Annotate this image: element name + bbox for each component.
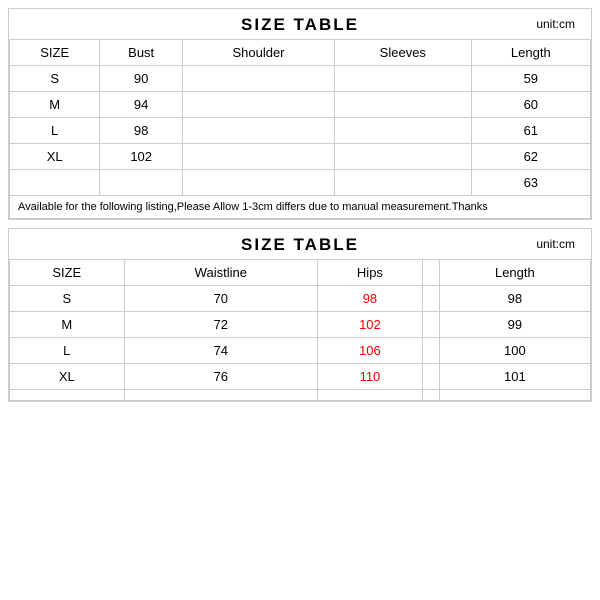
table-row — [10, 390, 591, 401]
table2-col-length: Length — [439, 260, 590, 286]
table1-unit: unit:cm — [536, 17, 575, 31]
table1-col-shoulder: Shoulder — [182, 40, 334, 66]
table1-header-row: SIZE Bust Shoulder Sleeves Length — [10, 40, 591, 66]
table2-title: SIZE TABLE — [241, 235, 359, 254]
table-row: 63 — [10, 170, 591, 196]
table-row: S9059 — [10, 66, 591, 92]
table-row: XL10262 — [10, 144, 591, 170]
table2-col-waistline: Waistline — [124, 260, 317, 286]
table-row: S709898 — [10, 286, 591, 312]
size-table-2: SIZE TABLE unit:cm SIZE Waistline Hips L… — [8, 228, 592, 402]
table1-note-row: Available for the following listing,Plea… — [10, 196, 591, 219]
table1-col-length: Length — [471, 40, 590, 66]
table1-title: SIZE TABLE — [241, 15, 359, 34]
table1-grid: SIZE Bust Shoulder Sleeves Length S9059M… — [9, 39, 591, 219]
table-row: L9861 — [10, 118, 591, 144]
table2-col-size: SIZE — [10, 260, 125, 286]
table2-header-row: SIZE Waistline Hips Length — [10, 260, 591, 286]
table1-col-sleeves: Sleeves — [335, 40, 472, 66]
table2-col-empty — [422, 260, 439, 286]
table1-note: Available for the following listing,Plea… — [10, 196, 591, 219]
size-table-1: SIZE TABLE unit:cm SIZE Bust Shoulder Sl… — [8, 8, 592, 220]
table1-col-bust: Bust — [100, 40, 183, 66]
table2-unit: unit:cm — [536, 237, 575, 251]
table-row: XL76110101 — [10, 364, 591, 390]
table-row: L74106100 — [10, 338, 591, 364]
page: SIZE TABLE unit:cm SIZE Bust Shoulder Sl… — [0, 0, 600, 600]
table1-title-row: SIZE TABLE unit:cm — [9, 9, 591, 39]
table2-col-hips: Hips — [318, 260, 423, 286]
table-row: M7210299 — [10, 312, 591, 338]
table2-title-row: SIZE TABLE unit:cm — [9, 229, 591, 259]
table1-col-size: SIZE — [10, 40, 100, 66]
table-row: M9460 — [10, 92, 591, 118]
table2-grid: SIZE Waistline Hips Length S709898M72102… — [9, 259, 591, 401]
